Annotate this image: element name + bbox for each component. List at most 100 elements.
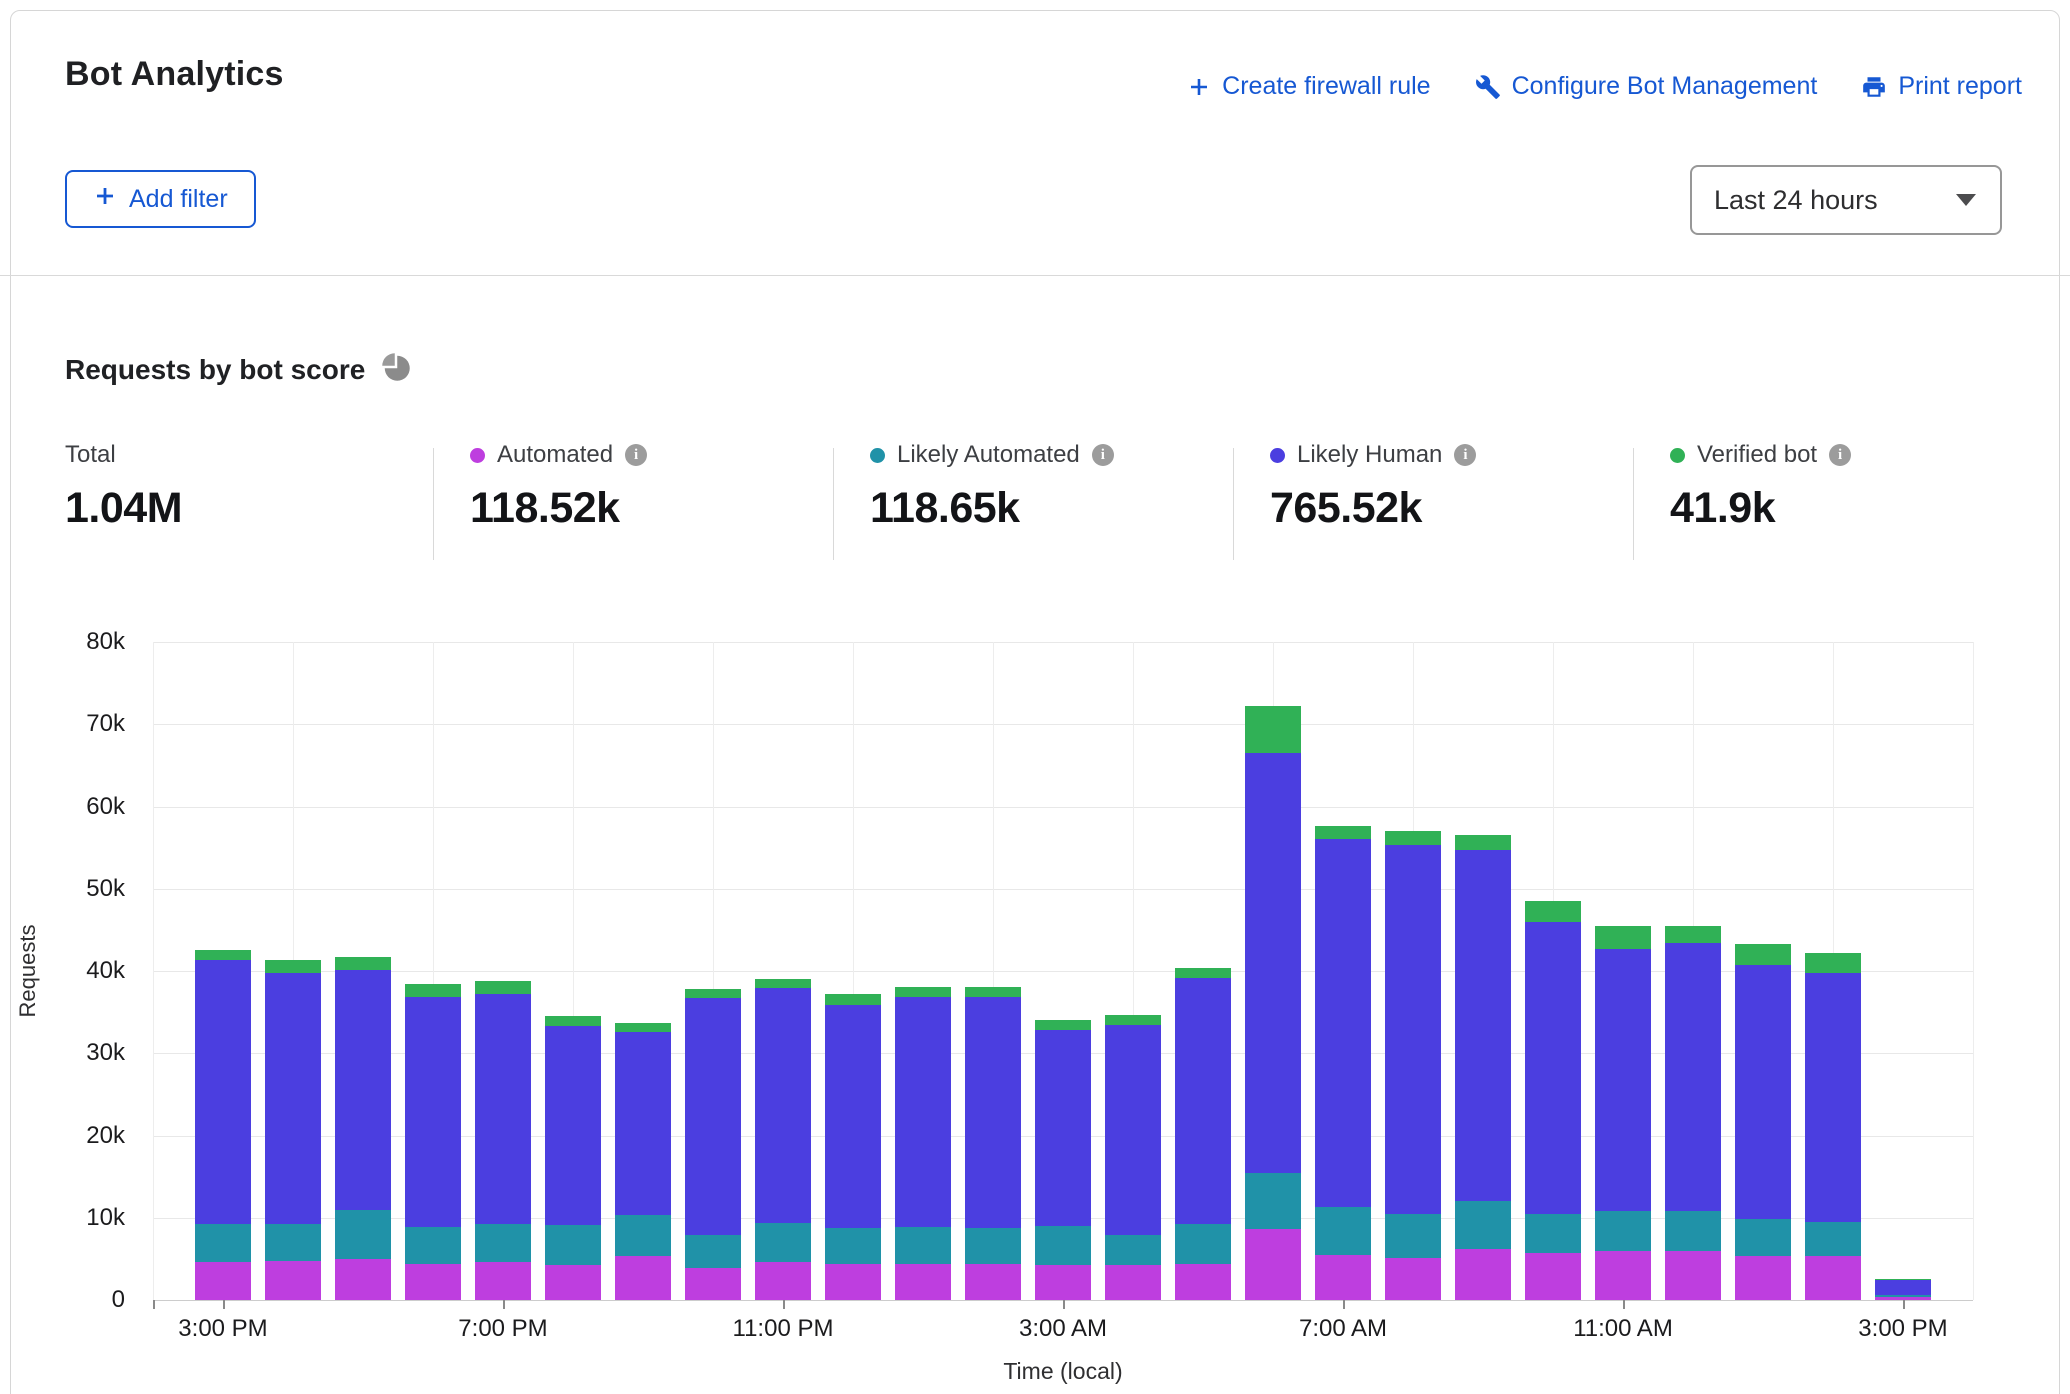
bar-segment-likely-automated (755, 1223, 811, 1262)
bar-segment-likely-human (825, 1005, 881, 1229)
header-actions: Create firewall rule Configure Bot Manag… (1187, 72, 2022, 101)
stacked-bar[interactable] (1525, 901, 1581, 1300)
bar-segment-likely-human (1525, 922, 1581, 1215)
stacked-bar[interactable] (1035, 1020, 1091, 1300)
bar-segment-likely-automated (1105, 1235, 1161, 1265)
info-icon[interactable]: i (1829, 444, 1851, 466)
y-tick-label: 50k (5, 875, 125, 903)
stat-label-row: Verified bot i (1670, 440, 1851, 470)
bar-segment-verified-bot (405, 984, 461, 996)
y-tick-label: 80k (5, 628, 125, 656)
bar-segment-automated (195, 1262, 251, 1300)
stacked-bar[interactable] (895, 987, 951, 1300)
action-label: Print report (1898, 72, 2022, 101)
bar-segment-likely-human (1665, 943, 1721, 1211)
x-tick-label: 3:00 AM (953, 1315, 1173, 1343)
bar-segment-likely-human (895, 997, 951, 1226)
create-firewall-rule-link[interactable]: Create firewall rule (1187, 72, 1430, 101)
bar-segment-likely-automated (1245, 1173, 1301, 1230)
bar-segment-automated (545, 1265, 601, 1300)
stacked-bar[interactable] (405, 984, 461, 1300)
bar-segment-verified-bot (1455, 835, 1511, 850)
stacked-bar[interactable] (545, 1016, 601, 1300)
stacked-bar[interactable] (1245, 706, 1301, 1300)
info-icon[interactable]: i (1092, 444, 1114, 466)
stat-verified-bot: Verified boti41.9k (1670, 440, 1851, 533)
stacked-bar[interactable] (195, 950, 251, 1300)
axis-tick (1343, 1300, 1345, 1309)
stat-label: Verified bot (1697, 441, 1817, 469)
stat-total: Total1.04M (65, 440, 182, 533)
axis-tick (223, 1300, 225, 1309)
x-tick-label: 7:00 AM (1233, 1315, 1453, 1343)
stacked-bar[interactable] (475, 981, 531, 1300)
time-range-select[interactable]: Last 24 hours (1690, 165, 2002, 235)
bar-segment-verified-bot (1595, 926, 1651, 949)
pie-chart-icon (381, 352, 411, 387)
bar-segment-likely-automated (195, 1224, 251, 1262)
bar-segment-automated (1105, 1265, 1161, 1300)
bar-segment-likely-automated (265, 1224, 321, 1262)
y-tick-label: 70k (5, 710, 125, 738)
section-title: Requests by bot score (65, 354, 365, 386)
stat-likely-automated: Likely Automatedi118.65k (870, 440, 1114, 533)
stacked-bar[interactable] (1175, 968, 1231, 1300)
stacked-bar[interactable] (615, 1023, 671, 1300)
stacked-bar[interactable] (825, 994, 881, 1300)
bar-segment-automated (755, 1262, 811, 1300)
stacked-bar[interactable] (1665, 926, 1721, 1300)
bar-segment-verified-bot (1735, 944, 1791, 965)
bar-segment-likely-human (1805, 973, 1861, 1221)
bar-segment-likely-automated (1035, 1226, 1091, 1265)
bar-segment-automated (1245, 1229, 1301, 1300)
bar-segment-likely-automated (1665, 1211, 1721, 1250)
bar-segment-automated (1175, 1264, 1231, 1300)
configure-bot-management-link[interactable]: Configure Bot Management (1475, 72, 1818, 101)
page-title: Bot Analytics (65, 55, 284, 94)
x-tick-label: 3:00 PM (1793, 1315, 2013, 1343)
bar-segment-likely-automated (685, 1235, 741, 1268)
bar-segment-likely-human (405, 997, 461, 1227)
bar-segment-verified-bot (615, 1023, 671, 1032)
stat-label: Automated (497, 441, 613, 469)
bar-segment-automated (475, 1262, 531, 1300)
stacked-bar[interactable] (1805, 953, 1861, 1300)
bar-segment-automated (965, 1264, 1021, 1300)
stacked-bar[interactable] (755, 979, 811, 1300)
stat-divider (1233, 448, 1234, 560)
gridline-horizontal (153, 889, 1973, 890)
stat-value: 118.52k (470, 484, 647, 533)
add-filter-button[interactable]: Add filter (65, 170, 256, 228)
stacked-bar[interactable] (265, 960, 321, 1300)
action-label: Create firewall rule (1222, 72, 1430, 101)
stat-label-row: Automated i (470, 440, 647, 470)
stacked-bar[interactable] (1595, 926, 1651, 1300)
stacked-bar[interactable] (685, 989, 741, 1300)
bar-segment-verified-bot (195, 950, 251, 960)
stacked-bar[interactable] (965, 987, 1021, 1300)
stacked-bar[interactable] (1455, 835, 1511, 1300)
info-icon[interactable]: i (625, 444, 647, 466)
stacked-bar[interactable] (1105, 1015, 1161, 1300)
stacked-bar[interactable] (335, 957, 391, 1300)
bar-segment-verified-bot (895, 987, 951, 997)
gridline-vertical (1973, 642, 1974, 1300)
stacked-bar[interactable] (1875, 1279, 1931, 1300)
stat-likely-human: Likely Humani 765.52k (1270, 440, 1476, 533)
bar-segment-likely-human (1105, 1025, 1161, 1235)
stacked-bar[interactable] (1315, 826, 1371, 1300)
bar-segment-automated (405, 1264, 461, 1300)
gridline-horizontal (153, 807, 1973, 808)
print-report-link[interactable]: Print report (1861, 72, 2022, 101)
stat-label-row: Likely Humani (1270, 440, 1476, 470)
bar-segment-automated (1805, 1256, 1861, 1300)
bar-segment-likely-human (1595, 949, 1651, 1211)
bar-segment-likely-human (475, 994, 531, 1223)
stat-value: 765.52k (1270, 484, 1476, 533)
bar-segment-automated (1455, 1249, 1511, 1300)
bar-segment-likely-human (965, 997, 1021, 1228)
stat-label: Total (65, 441, 116, 469)
stacked-bar[interactable] (1735, 944, 1791, 1300)
stacked-bar[interactable] (1385, 831, 1441, 1300)
info-icon[interactable]: i (1454, 444, 1476, 466)
